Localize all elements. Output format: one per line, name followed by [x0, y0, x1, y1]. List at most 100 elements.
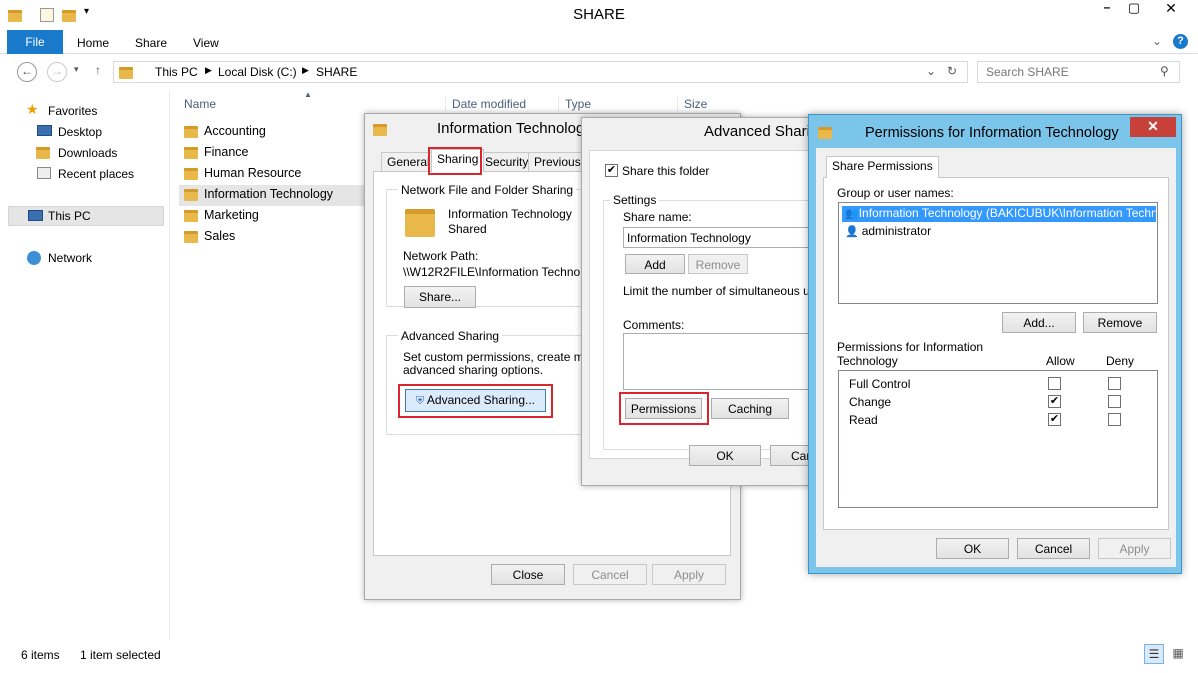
file-row[interactable]: Marketing: [184, 208, 259, 222]
ok-button[interactable]: OK: [936, 538, 1009, 559]
list-item[interactable]: 👤 administrator: [842, 224, 931, 238]
tab-home[interactable]: Home: [77, 36, 109, 50]
maximize-button[interactable]: ▢: [1121, 0, 1147, 20]
sort-asc-icon: ▲: [304, 90, 312, 99]
remove-user-button[interactable]: Remove: [1083, 312, 1157, 333]
tab-share[interactable]: Share: [135, 36, 167, 50]
address-bar[interactable]: This PC ▶ Local Disk (C:) ▶ SHARE ⌄ ↻: [113, 61, 968, 83]
nav-favorites[interactable]: Favorites: [48, 103, 97, 119]
list-item-selected[interactable]: 👥Information Technology (BAKICUBUK\Infor…: [842, 206, 1156, 222]
adv-panel: ✔ Share this folder Settings Share name:…: [589, 150, 813, 459]
search-input[interactable]: Search SHARE ⚲: [977, 61, 1180, 83]
allow-header: Allow: [1046, 354, 1075, 368]
column-name[interactable]: Name: [184, 97, 216, 111]
file-row[interactable]: Accounting: [184, 124, 266, 138]
large-icons-view-icon[interactable]: ▦: [1168, 644, 1188, 664]
user-list[interactable]: 👥Information Technology (BAKICUBUK\Infor…: [838, 202, 1158, 304]
properties-title: Information Technolog: [437, 120, 585, 137]
column-date[interactable]: Date modified: [445, 97, 526, 111]
recent-places-icon: [37, 167, 51, 179]
folder-icon: [184, 125, 198, 138]
change-deny-checkbox[interactable]: [1108, 395, 1121, 408]
share-this-folder-label: Share this folder: [622, 164, 710, 178]
breadcrumb-share[interactable]: SHARE: [316, 65, 357, 79]
folder-icon: [373, 122, 393, 136]
close-button[interactable]: Close: [491, 564, 565, 585]
folder-state: Shared: [448, 222, 487, 236]
add-share-button[interactable]: Add: [625, 254, 685, 274]
downloads-icon: [36, 145, 56, 159]
file-tab[interactable]: File: [7, 30, 63, 54]
change-allow-checkbox[interactable]: ✔: [1048, 395, 1061, 408]
cancel-button[interactable]: Can: [770, 445, 812, 466]
remove-share-button[interactable]: Remove: [688, 254, 748, 274]
help-icon[interactable]: ?: [1173, 34, 1188, 49]
close-button[interactable]: ✕: [1148, 0, 1194, 20]
refresh-icon[interactable]: ↻: [947, 64, 957, 78]
advanced-sharing-title: Advanced Shari: [704, 123, 810, 140]
apply-button[interactable]: Apply: [652, 564, 726, 585]
breadcrumb-sep-icon: ▶: [302, 65, 309, 75]
address-dropdown-icon[interactable]: ⌄: [926, 64, 936, 78]
permissions-for-label-2: Technology: [837, 354, 898, 368]
breadcrumb-this-pc[interactable]: This PC: [155, 65, 198, 79]
advanced-sharing-group-title: Advanced Sharing: [398, 329, 503, 343]
advanced-sharing-desc-2: advanced sharing options.: [403, 363, 544, 377]
recent-dropdown-icon[interactable]: ▾: [74, 64, 79, 75]
search-icon[interactable]: ⚲: [1160, 64, 1169, 78]
advanced-sharing-highlight: [398, 384, 553, 418]
minimize-button[interactable]: –: [1094, 0, 1120, 20]
caching-button[interactable]: Caching: [711, 398, 789, 419]
advanced-sharing-dialog: Advanced Shari ✔ Share this folder Setti…: [581, 117, 813, 486]
breadcrumb-local-disk[interactable]: Local Disk (C:): [218, 65, 297, 79]
permissions-title: Permissions for Information Technology: [865, 125, 1119, 141]
read-allow-checkbox[interactable]: ✔: [1048, 413, 1061, 426]
status-selected: 1 item selected: [80, 648, 161, 662]
file-row[interactable]: Human Resource: [184, 166, 301, 180]
limit-users-label: Limit the number of simultaneous users: [623, 284, 813, 298]
user-icon: 👤: [845, 226, 859, 238]
user-group-icon: 👥: [845, 208, 859, 220]
nav-downloads[interactable]: Downloads: [58, 145, 117, 161]
details-view-icon[interactable]: ☰: [1144, 644, 1164, 664]
column-size[interactable]: Size: [677, 97, 707, 111]
search-placeholder: Search SHARE: [986, 65, 1069, 79]
share-name-input[interactable]: Information Technology: [623, 227, 812, 248]
share-this-folder-checkbox[interactable]: ✔: [605, 164, 618, 177]
nav-recent-places[interactable]: Recent places: [58, 166, 134, 182]
full-control-allow-checkbox[interactable]: [1048, 377, 1061, 390]
file-row[interactable]: Finance: [184, 145, 248, 159]
folder-name: Information Technology: [448, 207, 572, 221]
file-row-selected[interactable]: Information Technology: [179, 185, 364, 206]
close-button[interactable]: ✕: [1130, 117, 1176, 137]
cancel-button[interactable]: Cancel: [573, 564, 647, 585]
tab-share-permissions[interactable]: Share Permissions: [826, 156, 939, 178]
apply-button[interactable]: Apply: [1098, 538, 1171, 559]
nav-desktop[interactable]: Desktop: [58, 124, 102, 140]
full-control-deny-checkbox[interactable]: [1108, 377, 1121, 390]
file-row[interactable]: Sales: [184, 229, 235, 243]
forward-icon[interactable]: →: [47, 62, 67, 82]
nav-network[interactable]: Network: [48, 250, 92, 266]
permissions-dialog: Permissions for Information Technology ✕…: [808, 114, 1182, 574]
folder-icon: [184, 230, 198, 243]
column-type[interactable]: Type: [558, 97, 591, 111]
cancel-button[interactable]: Cancel: [1017, 538, 1090, 559]
nav-this-pc[interactable]: This PC: [48, 208, 91, 224]
add-user-button[interactable]: Add...: [1002, 312, 1076, 333]
tab-previous-versions[interactable]: Previous V: [528, 152, 588, 172]
folder-icon: [818, 125, 838, 139]
share-button[interactable]: Share...: [404, 286, 476, 308]
chevron-down-icon[interactable]: ⌄: [1152, 34, 1162, 48]
up-icon[interactable]: ↑: [95, 63, 101, 77]
tab-view[interactable]: View: [193, 36, 219, 50]
tab-security[interactable]: Security: [479, 152, 535, 172]
title-bar: ▾ SHARE – ▢ ✕: [0, 0, 1198, 30]
ok-button[interactable]: OK: [689, 445, 761, 466]
breadcrumb-sep-icon: ▶: [205, 65, 212, 75]
perm-row-full-control: Full Control: [849, 377, 911, 391]
read-deny-checkbox[interactable]: [1108, 413, 1121, 426]
permissions-highlight: [619, 392, 709, 425]
back-icon[interactable]: ←: [17, 62, 37, 82]
comments-textarea[interactable]: [623, 333, 812, 390]
